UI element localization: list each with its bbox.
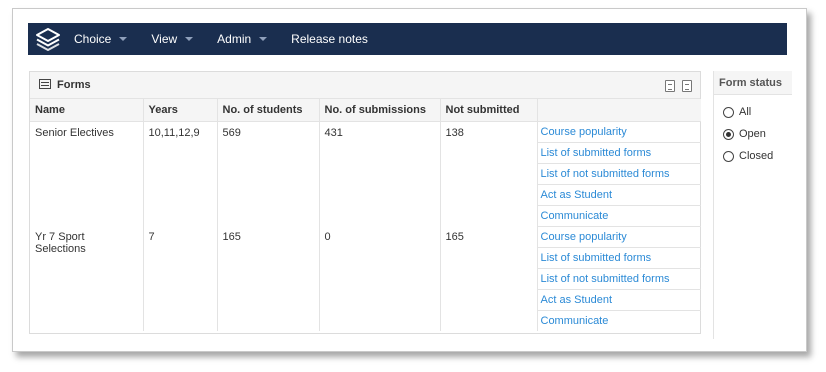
chevron-down-icon (185, 37, 194, 41)
action-cell: Communicate (537, 205, 701, 227)
form-students: 165 (217, 226, 320, 331)
chevron-down-icon (259, 37, 268, 41)
pdf-export-icon[interactable] (682, 80, 692, 92)
course-popularity-link[interactable]: Course popularity (541, 126, 627, 138)
form-years: 10,11,12,9 (143, 121, 218, 226)
status-option-open[interactable]: Open (723, 123, 792, 145)
nav-view[interactable]: View (151, 32, 194, 46)
column-header-name[interactable]: Name (30, 99, 144, 122)
status-option-label: All (739, 106, 752, 118)
action-cell: List of submitted forms (537, 247, 701, 269)
nav-choice[interactable]: Choice (74, 32, 128, 46)
not-submitted-forms-link[interactable]: List of not submitted forms (541, 273, 670, 285)
action-cell: List of submitted forms (537, 142, 701, 164)
radio-button[interactable] (723, 128, 734, 140)
nav-choice-label: Choice (74, 32, 112, 46)
column-header-years[interactable]: Years (143, 99, 218, 122)
table-header-row: Name Years No. of students No. of submis… (30, 99, 701, 122)
submitted-forms-link[interactable]: List of submitted forms (541, 252, 652, 264)
radio-button[interactable] (723, 150, 734, 162)
act-as-student-link[interactable]: Act as Student (541, 294, 613, 306)
forms-panel-header: Forms (30, 72, 700, 99)
status-option-label: Open (739, 128, 766, 140)
communicate-link[interactable]: Communicate (541, 315, 609, 327)
submitted-forms-link[interactable]: List of submitted forms (541, 147, 652, 159)
form-years: 7 (143, 226, 218, 331)
action-cell: Act as Student (537, 184, 701, 206)
nav-view-label: View (151, 32, 178, 46)
status-option-label: Closed (739, 150, 774, 162)
form-not-submitted: 138 (440, 121, 538, 226)
nav-admin[interactable]: Admin (217, 32, 268, 46)
status-option-all[interactable]: All (723, 101, 792, 123)
panel-title: Forms (57, 79, 91, 91)
status-option-closed[interactable]: Closed (723, 145, 792, 167)
action-cell: List of not submitted forms (537, 268, 701, 290)
column-header-submissions[interactable]: No. of submissions (319, 99, 441, 122)
column-header-students[interactable]: No. of students (217, 99, 320, 122)
column-header-actions (537, 99, 701, 122)
form-not-submitted: 165 (440, 226, 538, 331)
nav-release-notes-label: Release notes (291, 32, 368, 46)
form-submissions: 0 (319, 226, 441, 331)
forms-table: Name Years No. of students No. of submis… (30, 99, 701, 331)
communicate-link[interactable]: Communicate (541, 210, 609, 222)
action-cell: List of not submitted forms (537, 163, 701, 185)
action-cell: Communicate (537, 310, 701, 331)
excel-export-icon[interactable] (665, 80, 675, 92)
action-cell: Course popularity (537, 121, 701, 143)
layers-icon[interactable] (34, 25, 62, 53)
table-row: Yr 7 Sport Selections 7 165 0 165 Course… (30, 226, 701, 331)
form-students: 569 (217, 121, 320, 226)
nav-admin-label: Admin (217, 32, 252, 46)
nav-release-notes[interactable]: Release notes (291, 32, 368, 46)
act-as-student-link[interactable]: Act as Student (541, 189, 613, 201)
form-name: Yr 7 Sport Selections (30, 226, 144, 331)
not-submitted-forms-link[interactable]: List of not submitted forms (541, 168, 670, 180)
form-status-title: Form status (714, 71, 792, 95)
column-header-not-submitted[interactable]: Not submitted (440, 99, 538, 122)
list-icon (39, 78, 51, 92)
chevron-down-icon (119, 37, 128, 41)
form-submissions: 431 (319, 121, 441, 226)
forms-panel: Forms Name Years No. of students No. of … (29, 71, 701, 334)
radio-button[interactable] (723, 106, 734, 118)
form-name: Senior Electives (30, 121, 144, 226)
action-cell: Act as Student (537, 289, 701, 311)
top-navbar: Choice View Admin Release notes (28, 23, 787, 55)
course-popularity-link[interactable]: Course popularity (541, 231, 627, 243)
action-cell: Course popularity (537, 226, 701, 248)
table-row: Senior Electives 10,11,12,9 569 431 138 … (30, 121, 701, 226)
form-status-panel: Form status All Open Closed (713, 71, 792, 339)
